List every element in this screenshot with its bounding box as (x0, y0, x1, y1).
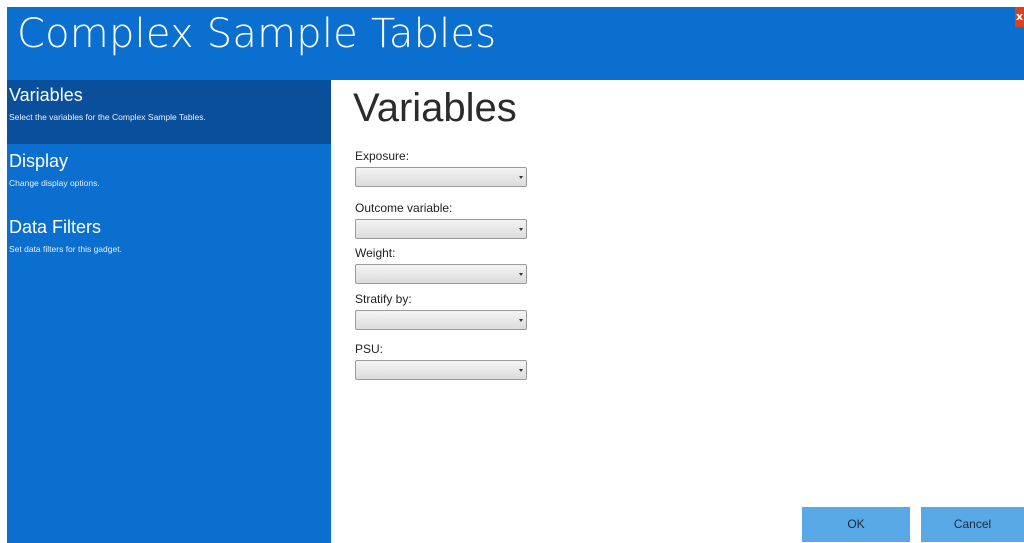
cancel-button[interactable]: Cancel (921, 507, 1024, 542)
sidebar-item-data-filters[interactable]: Data Filters Set data filters for this g… (7, 212, 331, 274)
exposure-label: Exposure: (355, 149, 410, 163)
outcome-variable-label: Outcome variable: (355, 201, 453, 215)
stratify-by-dropdown[interactable] (355, 310, 527, 330)
close-icon: x (1016, 10, 1024, 23)
psu-dropdown[interactable] (355, 360, 527, 380)
chevron-down-icon (519, 176, 523, 179)
sidebar: Variables Select the variables for the C… (7, 80, 331, 543)
sidebar-item-variables[interactable]: Variables Select the variables for the C… (7, 80, 331, 144)
exposure-dropdown[interactable] (355, 167, 527, 187)
psu-label: PSU: (355, 342, 384, 356)
sidebar-item-description: Select the variables for the Complex Sam… (9, 112, 206, 122)
outcome-variable-dropdown[interactable] (355, 219, 527, 239)
page-title: Variables (353, 86, 517, 130)
weight-label: Weight: (355, 246, 396, 260)
chevron-down-icon (519, 228, 523, 231)
chevron-down-icon (519, 319, 523, 322)
sidebar-item-display[interactable]: Display Change display options. (7, 146, 331, 208)
ok-button[interactable]: OK (802, 507, 910, 542)
dialog-window: Complex Sample Tables x Variables Select… (0, 0, 1024, 543)
stratify-by-label: Stratify by: (355, 292, 412, 306)
sidebar-item-label: Data Filters (9, 217, 102, 237)
sidebar-item-label: Variables (9, 85, 83, 105)
sidebar-item-description: Set data filters for this gadget. (9, 244, 122, 254)
close-button[interactable]: x (1015, 7, 1024, 27)
chevron-down-icon (519, 369, 523, 372)
sidebar-item-label: Display (9, 151, 69, 171)
weight-dropdown[interactable] (355, 264, 527, 284)
window-title: Complex Sample Tables (17, 11, 497, 57)
sidebar-item-description: Change display options. (9, 178, 100, 188)
main-panel: Variables Exposure: Outcome variable: We… (331, 80, 1024, 543)
title-bar: Complex Sample Tables x (7, 7, 1024, 80)
chevron-down-icon (519, 273, 523, 276)
